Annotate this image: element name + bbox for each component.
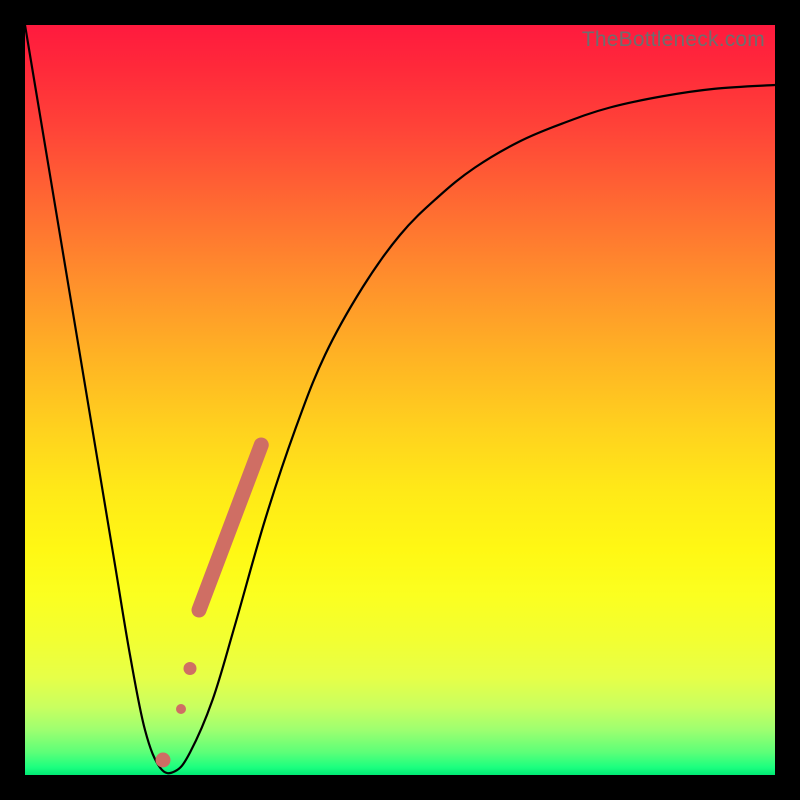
bottleneck-curve (25, 25, 775, 773)
chart-svg (25, 25, 775, 775)
thick-segment (199, 445, 261, 610)
chart-frame: TheBottleneck.com (0, 0, 800, 800)
dot-low (156, 753, 171, 768)
marker-layer (156, 445, 262, 768)
dot-upper (184, 662, 197, 675)
dot-mid (176, 704, 186, 714)
plot-area: TheBottleneck.com (25, 25, 775, 775)
